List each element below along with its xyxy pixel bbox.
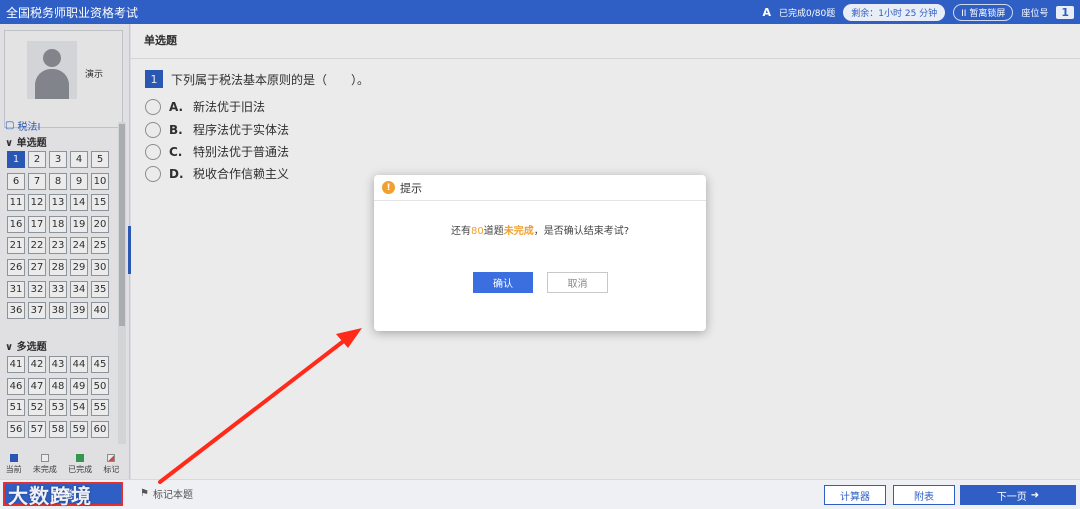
dialog-header: ! 提示 [374,175,706,201]
bottom-toolbar: 交卷 大数跨境 ⚑ 标记本题 计算器 附表 下一页 ➜ [0,479,1080,508]
msg-prefix: 还有 [450,226,471,237]
next-page-button[interactable]: 下一页 ➜ [960,485,1076,505]
remaining-count: 80 [470,226,484,237]
msg-mid: 道题 [483,226,504,237]
flag-icon: ⚑ [140,488,149,499]
warning-icon: ! [382,181,395,194]
cancel-button[interactable]: 取消 [547,272,608,293]
seat-label: 座位号 [1021,8,1049,19]
mark-question-button[interactable]: ⚑ 标记本题 [140,486,193,501]
dialog-title: 提示 [400,181,422,195]
exam-title: 全国税务师职业资格考试 [6,5,139,20]
top-bar: 全国税务师职业资格考试 A 已完成0/80题 剩余：1小时 25 分钟 II 暂… [0,0,1080,24]
arrow-right-icon: ➜ [1030,489,1040,501]
calculator-button[interactable]: 计算器 [824,485,886,505]
appendix-button[interactable]: 附表 [893,485,955,505]
dialog-message: 还有80道题未完成，是否确认结束考试? [374,222,706,237]
confirm-dialog: ! 提示 还有80道题未完成，是否确认结束考试? 确认 取消 [374,175,706,331]
seat-number: 1 [1056,5,1074,19]
time-remaining: 剩余：1小时 25 分钟 [843,3,946,21]
font-size-icon[interactable]: A [763,6,772,19]
confirm-button[interactable]: 确认 [473,272,533,293]
progress-text: 已完成0/80题 [779,8,836,19]
msg-suffix: ，是否确认结束考试? [533,226,630,237]
next-label: 下一页 [996,491,1027,503]
mark-label: 标记本题 [152,490,193,501]
msg-status: 未完成 [503,226,534,237]
watermark-logo: 大数跨境 [8,484,92,508]
pause-lock-button[interactable]: II 暂离锁屏 [953,3,1014,21]
